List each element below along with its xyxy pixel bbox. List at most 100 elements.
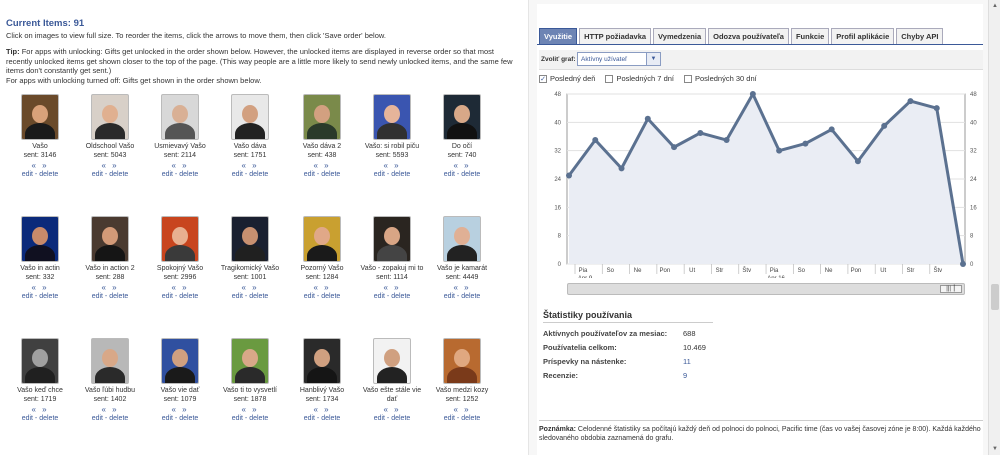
reorder-arrows[interactable]: « » xyxy=(75,283,145,292)
tab-5[interactable]: Profil aplikácie xyxy=(831,28,895,44)
page-scroll-thumb[interactable] xyxy=(991,284,999,310)
reorder-arrows[interactable]: « » xyxy=(427,283,497,292)
delete-link[interactable]: delete xyxy=(249,415,268,422)
edit-link[interactable]: edit xyxy=(162,415,173,422)
edit-link[interactable]: edit xyxy=(232,293,243,300)
gift-thumbnail[interactable] xyxy=(91,94,129,140)
reorder-arrows[interactable]: « » xyxy=(215,161,285,170)
reorder-arrows[interactable]: « » xyxy=(145,405,215,414)
gift-thumbnail[interactable] xyxy=(21,338,59,384)
reorder-arrows[interactable]: « » xyxy=(357,161,427,170)
checkbox[interactable] xyxy=(684,74,692,83)
tab-3[interactable]: Odozva používateľa xyxy=(708,28,789,44)
gift-thumbnail[interactable] xyxy=(373,338,411,384)
reorder-arrows[interactable]: « » xyxy=(215,405,285,414)
delete-link[interactable]: delete xyxy=(391,415,410,422)
edit-link[interactable]: edit xyxy=(92,415,103,422)
edit-link[interactable]: edit xyxy=(22,293,33,300)
range-option-1[interactable]: Posledných 7 dní xyxy=(605,74,674,83)
delete-link[interactable]: delete xyxy=(321,293,340,300)
edit-link[interactable]: edit xyxy=(374,293,385,300)
edit-link[interactable]: edit xyxy=(22,415,33,422)
range-option-0[interactable]: ✓ Posledný deň xyxy=(539,74,595,83)
reorder-arrows[interactable]: « » xyxy=(215,283,285,292)
delete-link[interactable]: delete xyxy=(109,171,128,178)
reorder-arrows[interactable]: « » xyxy=(357,283,427,292)
gift-thumbnail[interactable] xyxy=(21,216,59,262)
reorder-arrows[interactable]: « » xyxy=(145,161,215,170)
checkbox[interactable] xyxy=(605,74,614,83)
edit-link[interactable]: edit xyxy=(304,171,315,178)
delete-link[interactable]: delete xyxy=(461,293,480,300)
tab-2[interactable]: Vymedzenia xyxy=(653,28,707,44)
tab-4[interactable]: Funkcie xyxy=(790,28,830,44)
stat-value[interactable]: 9 xyxy=(683,371,687,380)
tab-6[interactable]: Chyby API xyxy=(896,28,944,44)
delete-link[interactable]: delete xyxy=(179,171,198,178)
reorder-arrows[interactable]: « » xyxy=(287,405,357,414)
reorder-arrows[interactable]: « » xyxy=(5,283,75,292)
tab-1[interactable]: HTTP požiadavka xyxy=(579,28,652,44)
delete-link[interactable]: delete xyxy=(109,415,128,422)
edit-link[interactable]: edit xyxy=(162,293,173,300)
edit-link[interactable]: edit xyxy=(374,415,385,422)
range-option-2[interactable]: Posledných 30 dní xyxy=(684,74,757,83)
graph-select-dropdown[interactable]: Aktívny užívateľ ▼ xyxy=(577,52,661,66)
gift-thumbnail[interactable] xyxy=(231,338,269,384)
delete-link[interactable]: delete xyxy=(391,293,410,300)
gift-thumbnail[interactable] xyxy=(231,216,269,262)
reorder-arrows[interactable]: « » xyxy=(287,283,357,292)
reorder-arrows[interactable]: « » xyxy=(357,405,427,414)
edit-link[interactable]: edit xyxy=(444,293,455,300)
delete-link[interactable]: delete xyxy=(39,415,58,422)
delete-link[interactable]: delete xyxy=(179,293,198,300)
gift-thumbnail[interactable] xyxy=(161,338,199,384)
reorder-arrows[interactable]: « » xyxy=(5,161,75,170)
tab-0[interactable]: Využitie xyxy=(539,28,578,44)
reorder-arrows[interactable]: « » xyxy=(5,405,75,414)
gift-thumbnail[interactable] xyxy=(373,94,411,140)
delete-link[interactable]: delete xyxy=(461,415,480,422)
gift-thumbnail[interactable] xyxy=(303,338,341,384)
reorder-arrows[interactable]: « » xyxy=(75,405,145,414)
edit-link[interactable]: edit xyxy=(444,171,455,178)
reorder-arrows[interactable]: « » xyxy=(427,405,497,414)
scroll-down-icon[interactable]: ▼ xyxy=(989,443,1000,455)
edit-link[interactable]: edit xyxy=(304,293,315,300)
delete-link[interactable]: delete xyxy=(461,171,480,178)
gift-thumbnail[interactable] xyxy=(231,94,269,140)
delete-link[interactable]: delete xyxy=(39,171,58,178)
edit-link[interactable]: edit xyxy=(92,293,103,300)
gift-thumbnail[interactable] xyxy=(91,216,129,262)
delete-link[interactable]: delete xyxy=(321,171,340,178)
gift-thumbnail[interactable] xyxy=(303,94,341,140)
edit-link[interactable]: edit xyxy=(162,171,173,178)
delete-link[interactable]: delete xyxy=(321,415,340,422)
reorder-arrows[interactable]: « » xyxy=(287,161,357,170)
reorder-arrows[interactable]: « » xyxy=(75,161,145,170)
page-scrollbar[interactable]: ▲ ▼ xyxy=(988,0,1000,455)
reorder-arrows[interactable]: « » xyxy=(145,283,215,292)
delete-link[interactable]: delete xyxy=(249,293,268,300)
delete-link[interactable]: delete xyxy=(39,293,58,300)
edit-link[interactable]: edit xyxy=(232,415,243,422)
gift-thumbnail[interactable] xyxy=(443,94,481,140)
delete-link[interactable]: delete xyxy=(109,293,128,300)
scroll-handle[interactable]: ||| ⎮ xyxy=(940,285,962,293)
gift-thumbnail[interactable] xyxy=(161,216,199,262)
delete-link[interactable]: delete xyxy=(391,171,410,178)
edit-link[interactable]: edit xyxy=(304,415,315,422)
edit-link[interactable]: edit xyxy=(374,171,385,178)
edit-link[interactable]: edit xyxy=(92,171,103,178)
edit-link[interactable]: edit xyxy=(232,171,243,178)
gift-thumbnail[interactable] xyxy=(443,338,481,384)
chart-scrollbar[interactable]: ||| ⎮ xyxy=(567,283,965,295)
edit-link[interactable]: edit xyxy=(22,171,33,178)
stat-value[interactable]: 11 xyxy=(683,357,691,366)
gift-thumbnail[interactable] xyxy=(21,94,59,140)
gift-thumbnail[interactable] xyxy=(91,338,129,384)
gift-thumbnail[interactable] xyxy=(373,216,411,262)
scroll-up-icon[interactable]: ▲ xyxy=(989,0,1000,12)
gift-thumbnail[interactable] xyxy=(443,216,481,262)
gift-thumbnail[interactable] xyxy=(161,94,199,140)
